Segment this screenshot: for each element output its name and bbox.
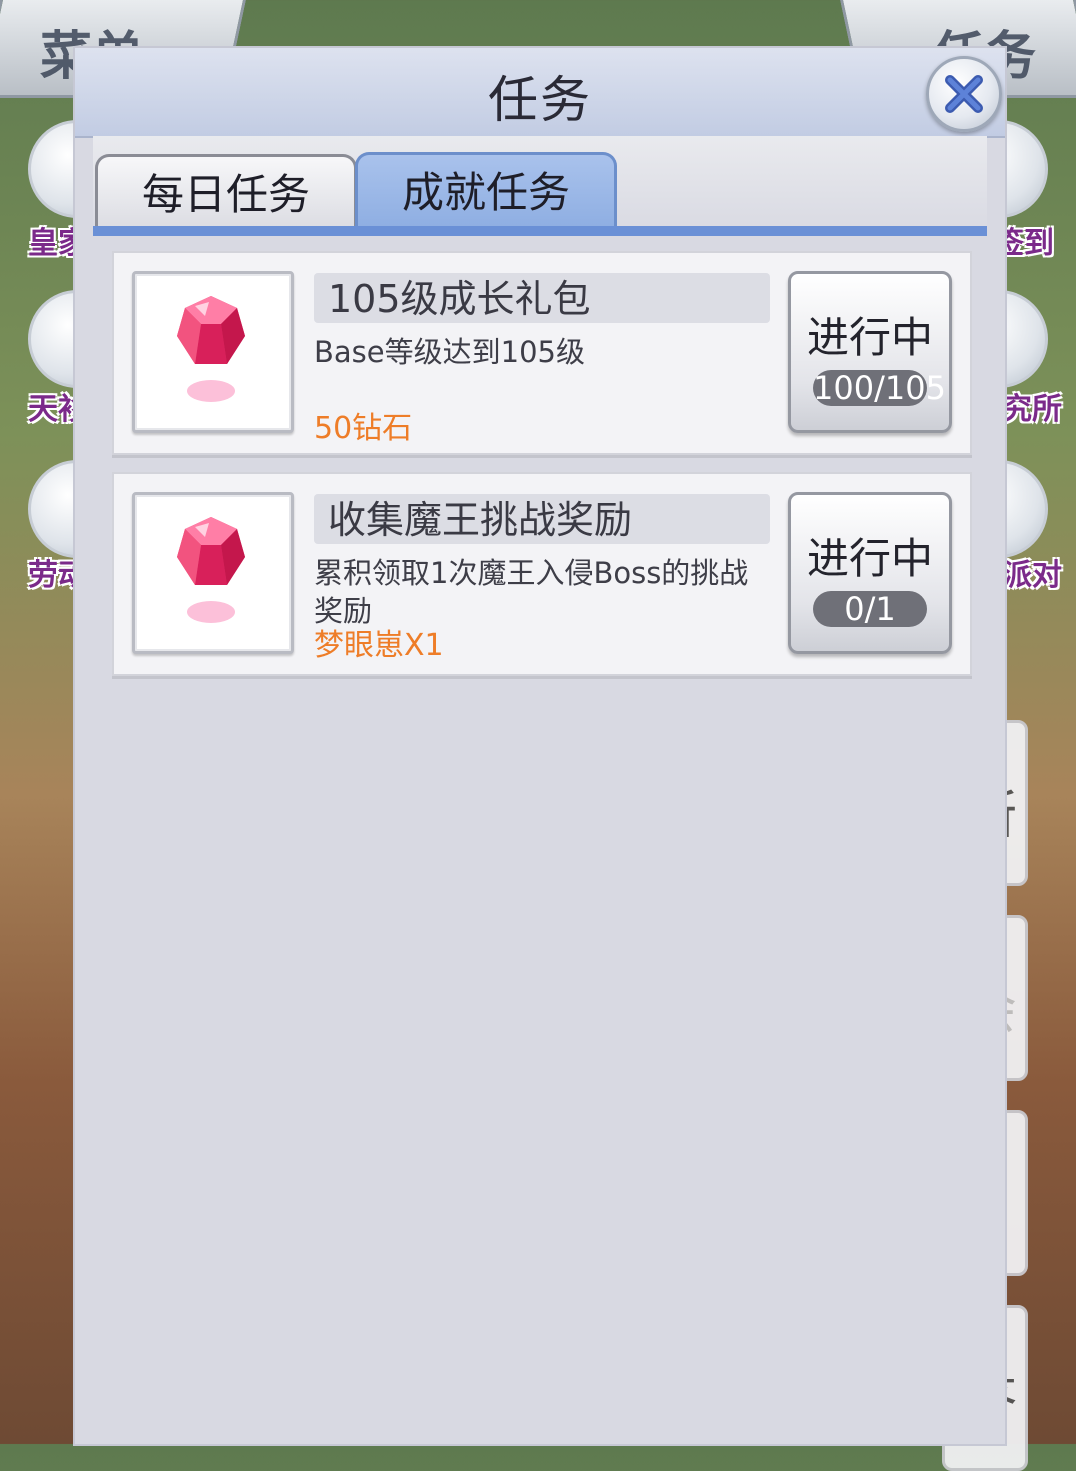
gem-shadow: [187, 601, 235, 623]
tab-daily-tasks[interactable]: 每日任务: [95, 154, 357, 227]
close-button[interactable]: [926, 56, 1002, 132]
quest-card: 收集魔王挑战奖励 累积领取1次魔王入侵Boss的挑战奖励 梦眼崽X1 进行中 0…: [112, 472, 972, 676]
side-label-party: 派对: [1002, 558, 1062, 593]
pink-gem-icon: [177, 517, 245, 585]
quest-title: 105级成长礼包: [314, 273, 770, 323]
dialog-title: 任务: [488, 71, 592, 129]
gem-shadow: [187, 380, 235, 402]
dialog-header: 任务: [75, 48, 1005, 138]
quest-description: 累积领取1次魔王入侵Boss的挑战奖励: [314, 556, 749, 628]
quest-reward: 梦眼崽X1: [314, 628, 444, 663]
status-label: 进行中: [806, 313, 933, 362]
quest-description: Base等级达到105级: [314, 335, 585, 369]
quest-title: 收集魔王挑战奖励: [314, 494, 770, 544]
quest-status-button[interactable]: 进行中 100/105: [788, 271, 952, 433]
status-label: 进行中: [806, 534, 933, 583]
tab-underline: [93, 226, 987, 236]
task-dialog: 任务 每日任务 成就任务 105级成长礼包 Base等级达到105级 50钻石 …: [75, 48, 1005, 1444]
tab-bar: 每日任务 成就任务: [93, 136, 987, 236]
quest-reward: 50钻石: [314, 411, 413, 446]
tab-achievement-tasks[interactable]: 成就任务: [355, 152, 617, 229]
reward-item-box[interactable]: [132, 492, 294, 654]
progress-counter: 0/1: [813, 591, 927, 627]
quest-card: 105级成长礼包 Base等级达到105级 50钻石 进行中 100/105: [112, 251, 972, 455]
progress-counter: 100/105: [813, 369, 946, 407]
close-x-icon: [945, 75, 983, 113]
reward-item-box[interactable]: [132, 271, 294, 433]
quest-status-button[interactable]: 进行中 0/1: [788, 492, 952, 654]
pink-gem-icon: [177, 296, 245, 364]
